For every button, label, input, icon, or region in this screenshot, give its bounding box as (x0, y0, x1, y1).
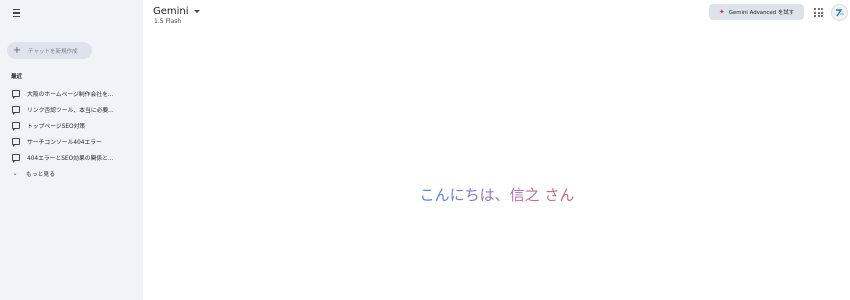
recent-chat-item[interactable]: 大阪のホームページ制作会社を... (0, 85, 143, 101)
plus-icon: + (12, 44, 22, 56)
new-chat-label: チャットを新規作成 (28, 48, 78, 55)
chat-bubble-icon (12, 105, 20, 115)
chat-bubble-icon (12, 89, 20, 99)
recent-chat-label: 404エラーとSEO効果の関係と... (27, 156, 114, 163)
recent-chat-list: 大阪のホームページ制作会社を... リンク否認ツール、本当に必要... トップペ… (0, 85, 143, 182)
show-more-label: もっと見る (26, 172, 55, 179)
avatar-logo-icon (836, 9, 844, 17)
show-more-button[interactable]: ⌄ もっと見る (0, 166, 143, 182)
sparkle-icon: ✦ (718, 7, 725, 16)
chat-bubble-icon (12, 121, 20, 131)
account-avatar[interactable] (831, 4, 848, 21)
recent-chat-item[interactable]: 404エラーとSEO効果の関係と... (0, 150, 143, 166)
recent-chat-item[interactable]: リンク否認ツール、本当に必要... (0, 101, 143, 117)
model-version: 1.5 Flash (154, 18, 182, 25)
greeting-text: こんにちは、信之 さん (419, 186, 575, 204)
apps-grid-icon[interactable] (814, 8, 823, 17)
try-gemini-advanced-label: Gemini Advanced を試す (728, 10, 795, 16)
model-name: Gemini (153, 6, 189, 17)
recent-chat-label: トップページSEO対策 (27, 123, 86, 130)
recent-chat-item[interactable]: サーチコンソール404エラー (0, 134, 143, 150)
model-selector[interactable]: Gemini (153, 6, 200, 17)
recent-chat-label: サーチコンソール404エラー (27, 140, 102, 147)
greeting: こんにちは、信之 さん (144, 184, 850, 205)
recent-chat-label: 大阪のホームページ制作会社を... (27, 91, 114, 98)
try-gemini-advanced-button[interactable]: ✦ Gemini Advanced を試す (709, 4, 804, 20)
caret-down-icon (193, 10, 200, 13)
new-chat-button[interactable]: + チャットを新規作成 (7, 42, 92, 59)
chevron-down-icon: ⌄ (12, 170, 18, 178)
recent-chat-label: リンク否認ツール、本当に必要... (27, 107, 114, 114)
recent-chat-item[interactable]: トップページSEO対策 (0, 117, 143, 133)
menu-icon[interactable] (9, 6, 23, 20)
chat-bubble-icon (12, 154, 20, 164)
sidebar: + チャットを新規作成 最近 大阪のホームページ制作会社を... リンク否認ツー… (0, 0, 143, 300)
recent-heading: 最近 (11, 74, 23, 80)
chat-bubble-icon (12, 138, 20, 148)
